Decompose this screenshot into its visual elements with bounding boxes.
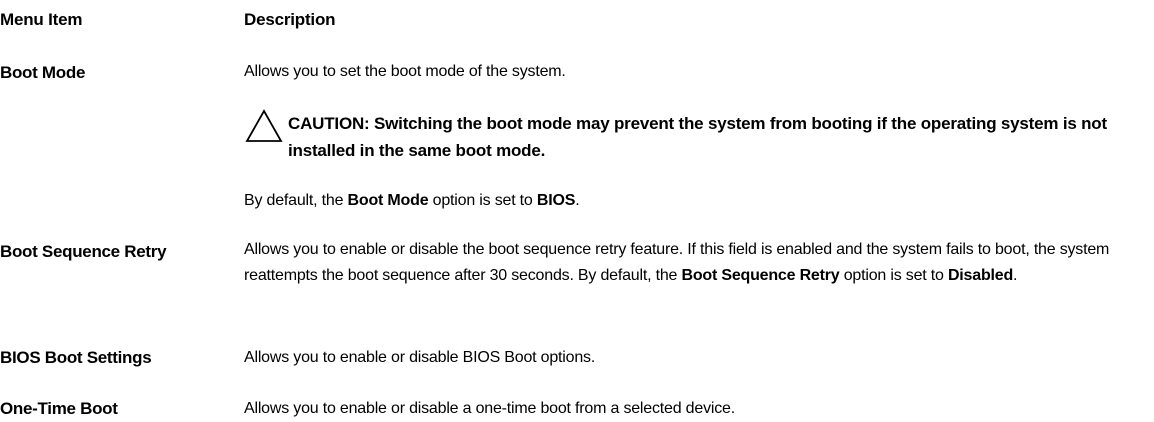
description-boot-sequence-retry: Allows you to enable or disable the boot…	[244, 241, 1110, 284]
description-boot-mode: Allows you to set the boot mode of the s…	[244, 63, 566, 80]
description-bios-boot-settings: Allows you to enable or disable BIOS Boo…	[244, 349, 596, 366]
menu-item-boot-mode: Boot Mode	[0, 63, 86, 82]
column-header-description: Description	[244, 10, 336, 29]
default-note-boot-mode: By default, the Boot Mode option is set …	[244, 192, 580, 209]
menu-item-boot-sequence-retry: Boot Sequence Retry	[0, 242, 167, 261]
column-header-menu-item: Menu Item	[0, 10, 83, 29]
bios-boot-table: Menu Item Description Boot Mode Allows y…	[0, 0, 1154, 419]
caution-triangle-icon	[245, 109, 283, 142]
menu-item-bios-boot-settings: BIOS Boot Settings	[0, 348, 152, 367]
description-one-time-boot: Allows you to enable or disable a one-ti…	[244, 400, 735, 417]
caution-text-boot-mode: CAUTION: Switching the boot mode may pre…	[288, 114, 1107, 160]
menu-item-one-time-boot: One-Time Boot	[0, 399, 118, 418]
